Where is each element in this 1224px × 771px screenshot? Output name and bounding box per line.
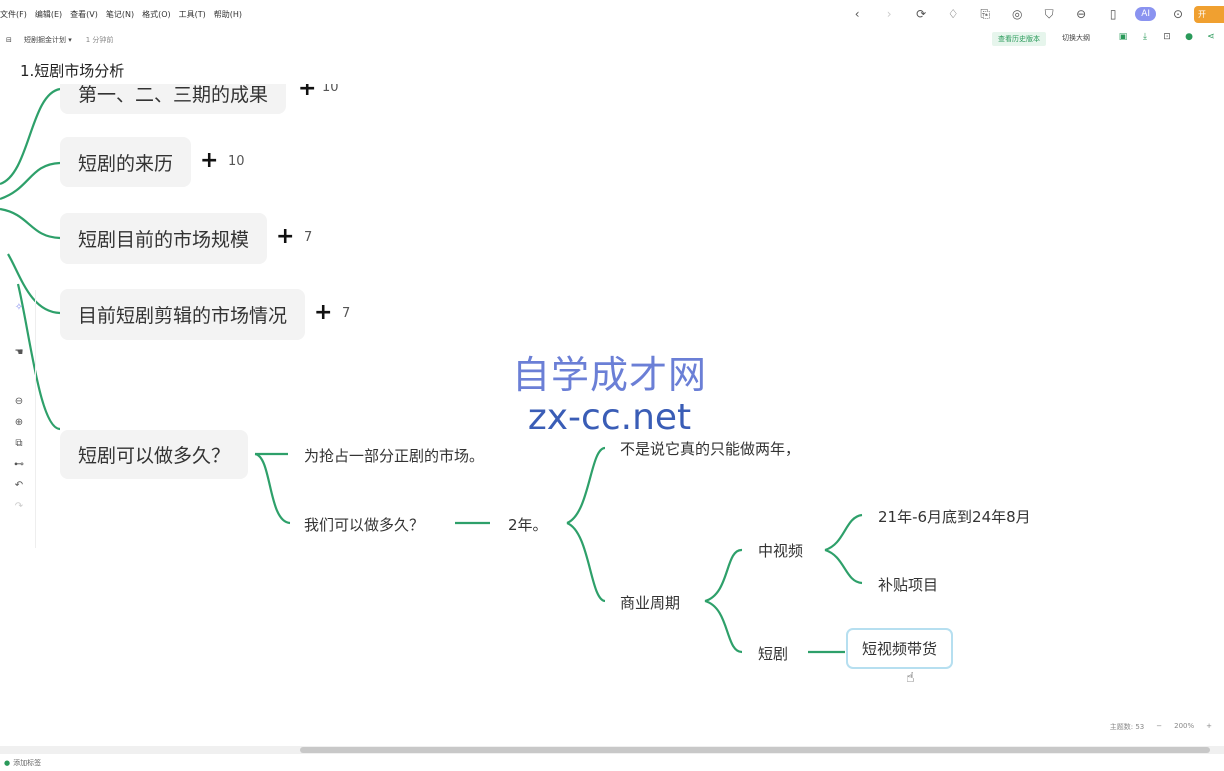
- forward-icon[interactable]: ›: [873, 7, 905, 21]
- leaf-mid-video[interactable]: 中视频: [758, 540, 803, 561]
- expand-icon-4[interactable]: +: [314, 300, 332, 325]
- branch-label-2: 短剧的来历: [78, 152, 174, 175]
- add-tag-button[interactable]: 添加标签: [13, 758, 41, 768]
- download-icon[interactable]: ⤓: [1134, 32, 1156, 42]
- ai-button[interactable]: AI: [1135, 7, 1156, 21]
- sync-icon[interactable]: ⟳: [905, 7, 937, 21]
- more-icon[interactable]: ⊖: [1065, 7, 1097, 21]
- page-title: 1.短剧市场分析: [20, 62, 125, 80]
- expand-icon-2[interactable]: +: [200, 148, 218, 173]
- fit-icon[interactable]: ⊷: [2, 459, 36, 470]
- phone-icon[interactable]: ▯: [1097, 7, 1129, 21]
- bell-icon[interactable]: ♢: [937, 7, 969, 21]
- zoom-out-button[interactable]: −: [1156, 722, 1162, 732]
- expand-icon-1[interactable]: +: [298, 84, 316, 101]
- branch-node-1[interactable]: 第一、二、三期的成果: [60, 84, 287, 114]
- branch-node-3[interactable]: 短剧目前的市场规模: [60, 213, 268, 264]
- back-icon[interactable]: ‹: [841, 7, 873, 21]
- user-icon[interactable]: ●: [1178, 32, 1200, 42]
- shield-icon[interactable]: ⛉: [1033, 7, 1065, 22]
- leaf-two-years[interactable]: 2年。: [508, 514, 548, 535]
- watermark-cn: 自学成才网: [512, 353, 708, 397]
- hand-cursor-icon: ☝: [906, 670, 915, 686]
- redo-icon[interactable]: ↷: [2, 501, 36, 512]
- upgrade-button[interactable]: 开: [1194, 5, 1224, 23]
- menu-tools[interactable]: 工具(T): [179, 9, 206, 20]
- branch-label-5: 短剧可以做多久？: [78, 445, 231, 467]
- share-icon[interactable]: ⋖: [1200, 32, 1222, 42]
- zoom-controls: 主题数: 53 − 200% +: [1110, 722, 1212, 732]
- present-icon[interactable]: ⊡: [1156, 32, 1178, 42]
- zoom-in-button[interactable]: +: [1206, 722, 1212, 732]
- zoom-level[interactable]: 200%: [1174, 722, 1194, 732]
- watermark: 自学成才网 zx-cc.net: [512, 344, 707, 438]
- branch-count-3: 7: [304, 230, 313, 245]
- branch-node-4[interactable]: 目前短剧剪辑的市场情况: [60, 289, 306, 340]
- top-right-controls: ‹ › ⟳ ♢ ⎘ ◎ ⛉ ⊖ ▯ AI ⊙ 开: [841, 4, 1224, 24]
- branch-node-5[interactable]: 短剧可以做多久？: [60, 430, 249, 479]
- undo-icon[interactable]: ↶: [2, 480, 36, 491]
- leaf-business-cycle[interactable]: 商业周期: [620, 592, 680, 613]
- menu-file[interactable]: 文件(F): [0, 9, 27, 20]
- document-name[interactable]: 短剧掘金计划 ▾: [24, 35, 72, 45]
- avatar[interactable]: ⊙: [1162, 7, 1194, 21]
- branch-label-1: 第一、二、三期的成果: [78, 84, 269, 106]
- sidebar-toggle-icon[interactable]: ⊟: [6, 36, 12, 44]
- branch-count-2: 10: [228, 154, 245, 169]
- export-pdf-icon[interactable]: ▣: [1112, 32, 1134, 42]
- leaf-video-commerce[interactable]: 短视频带货: [846, 628, 954, 669]
- leaf-market[interactable]: 为抢占一部分正剧的市场。: [304, 445, 484, 466]
- menu-edit[interactable]: 编辑(E): [35, 9, 62, 20]
- leaf-not-only-two-years[interactable]: 不是说它真的只能做两年，: [620, 438, 800, 459]
- menu-help[interactable]: 帮助(H): [214, 9, 242, 20]
- last-edited: 1 分钟前: [85, 36, 114, 44]
- status-bar: ● 添加标签: [0, 754, 1224, 771]
- branch-count-4: 7: [342, 306, 351, 321]
- topic-count: 主题数: 53: [1109, 723, 1145, 731]
- leaf-subsidy[interactable]: 补贴项目: [878, 574, 938, 595]
- menu-format[interactable]: 格式(O): [142, 9, 171, 20]
- menu-note[interactable]: 笔记(N): [106, 9, 134, 20]
- zoom-in-icon[interactable]: ⊕: [2, 417, 36, 428]
- document-toolbar: ⊟ 短剧掘金计划 ▾ 1 分钟前 查看历史版本 切换大纲 ▣ ⤓ ⊡ ● ⋖: [0, 30, 1224, 50]
- scrollbar-thumb[interactable]: [300, 747, 1210, 753]
- copy-style-icon[interactable]: ⧉: [2, 438, 36, 449]
- zoom-out-icon[interactable]: ⊖: [2, 396, 36, 407]
- history-button[interactable]: 查看历史版本: [992, 32, 1046, 46]
- leaf-short-drama[interactable]: 短剧: [758, 643, 788, 664]
- canvas-tools: ✧ ☚ ⊖ ⊕ ⧉ ⊷ ↶ ↷: [2, 290, 36, 548]
- watermark-en: zx-cc.net: [527, 397, 692, 438]
- branch-label-3: 短剧目前的市场规模: [78, 229, 250, 251]
- export-icon[interactable]: ⎘: [969, 7, 1001, 22]
- horizontal-scrollbar[interactable]: [0, 746, 1224, 754]
- expand-icon-3[interactable]: +: [276, 224, 294, 249]
- branch-label-4: 目前短剧剪辑的市场情况: [78, 305, 288, 327]
- leaf-how-long[interactable]: 我们可以做多久？: [304, 514, 424, 535]
- hand-icon[interactable]: ☚: [2, 347, 36, 358]
- toolbar-icons: ▣ ⤓ ⊡ ● ⋖: [1112, 32, 1222, 42]
- ai-tool-icon[interactable]: ✧: [2, 302, 36, 313]
- gift-icon[interactable]: ◎: [1001, 7, 1033, 21]
- branch-count-1: 10: [322, 84, 339, 95]
- tag-icon[interactable]: ●: [4, 759, 10, 767]
- menu-view[interactable]: 查看(V): [70, 9, 98, 20]
- leaf-date-range[interactable]: 21年-6月底到24年8月: [878, 506, 1031, 527]
- branch-node-2[interactable]: 短剧的来历: [60, 137, 192, 187]
- outline-toggle-button[interactable]: 切换大纲: [1062, 33, 1090, 43]
